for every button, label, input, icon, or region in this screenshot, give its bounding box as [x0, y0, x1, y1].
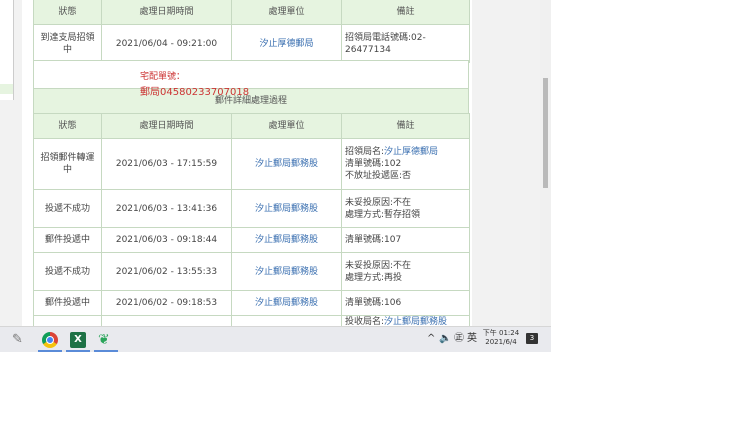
unit-link[interactable]: 汐止郵局郵務股: [231, 189, 342, 228]
clock-time: 下午 01:24: [482, 329, 520, 337]
taskbar: ✎ X ❦ ^ 🔈 ㊣ 英 下午 01:24 2021/6/4 3: [0, 326, 551, 352]
note-office-link[interactable]: 汐止郵局郵務股: [384, 317, 447, 326]
clock-date: 2021/6/4: [485, 338, 517, 346]
cell-note: 招領局名:汐止厚德郵局 清單號碼:102 不放址投遞區:否: [341, 138, 470, 190]
chrome-icon[interactable]: [42, 332, 58, 348]
unit-link[interactable]: 汐止郵局郵務股: [231, 227, 342, 253]
left-panel-edge: [0, 0, 14, 100]
cell-note: 招領局電話號碼:02-26477134: [341, 24, 470, 63]
clock[interactable]: 下午 01:24 2021/6/4: [481, 329, 521, 347]
header-note: 備註: [341, 0, 470, 25]
cell-status: 到達支局招領中: [33, 24, 102, 63]
table-row: 投收局名:汐止郵局郵務股: [33, 315, 470, 326]
section-title: 郵件詳細處理過程: [34, 88, 468, 113]
cell-note: 清單號碼:107: [341, 227, 470, 253]
tracking-page: 狀態 處理日期時間 處理單位 備註 到達支局招領中 2021/06/04 - 0…: [22, 0, 472, 326]
header-unit: 處理單位: [231, 113, 342, 139]
cell-note: 清單號碼:106: [341, 290, 470, 316]
cell-status: 招領郵件轉運中: [33, 138, 102, 190]
note-line: 不放址投遞區:否: [345, 171, 412, 181]
pen-icon[interactable]: ✎: [12, 332, 28, 348]
tray-chevron-icon[interactable]: ^: [427, 331, 435, 347]
header-status: 狀態: [33, 113, 102, 139]
unit-link[interactable]: 汐止郵局郵務股: [231, 290, 342, 316]
note-prefix: 招領局名:: [345, 147, 385, 157]
table-row: 到達支局招領中 2021/06/04 - 09:21:00 汐止厚德郵局 招領局…: [33, 24, 470, 63]
note-line: 處理方式:暫存招領: [345, 209, 421, 220]
unit-link[interactable]: 汐止郵局郵務股: [231, 138, 342, 190]
cell-note: 投收局名:汐止郵局郵務股: [341, 315, 470, 326]
line-app-icon[interactable]: ❦: [98, 332, 114, 348]
note-line: 清單號碼:107: [345, 235, 402, 245]
excel-icon[interactable]: X: [70, 332, 86, 348]
table-header-row: 狀態 處理日期時間 處理單位 備註: [33, 0, 470, 25]
note-office-link[interactable]: 汐止厚德郵局: [384, 147, 438, 157]
chrome-active-indicator: [38, 350, 62, 352]
note-line: 清單號碼:102: [345, 159, 402, 169]
header-note: 備註: [341, 113, 470, 139]
unit-link[interactable]: 汐止郵局郵務股: [231, 252, 342, 291]
cell-note: 未妥投原因:不在 處理方式:暫存招領: [341, 189, 470, 228]
cell-datetime: 2021/06/03 - 09:18:44: [101, 227, 232, 253]
cell-note: 未妥投原因:不在 處理方式:再投: [341, 252, 470, 291]
note-line: 未妥投原因:不在: [345, 197, 412, 208]
unit-link[interactable]: 汐止厚德郵局: [231, 24, 342, 63]
header-datetime: 處理日期時間: [101, 0, 232, 25]
detail-table: 狀態 處理日期時間 處理單位 備註 招領郵件轉運中 2021/06/03 - 1…: [33, 113, 470, 326]
cell-status: 投遞不成功: [33, 252, 102, 291]
cell-status: 郵件投遞中: [33, 227, 102, 253]
cell-datetime: 2021/06/04 - 09:21:00: [101, 24, 232, 63]
cell-datetime: 2021/06/03 - 13:41:36: [101, 189, 232, 228]
delivery-number-value: 郵局04580233707018: [140, 87, 250, 98]
excel-active-indicator: [66, 350, 90, 352]
table-row: 郵件投遞中 2021/06/03 - 09:18:44 汐止郵局郵務股 清單號碼…: [33, 227, 470, 253]
cell-datetime: 2021/06/02 - 13:55:33: [101, 252, 232, 291]
note-line: 未妥投原因:不在: [345, 260, 412, 271]
cell-status: [33, 315, 102, 326]
unit-link[interactable]: [231, 315, 342, 326]
notification-icon[interactable]: 3: [526, 333, 538, 344]
table-row: 郵件投遞中 2021/06/02 - 09:18:53 汐止郵局郵務股 清單號碼…: [33, 290, 470, 316]
ime-icon[interactable]: ㊣: [454, 331, 464, 347]
table-row: 投遞不成功 2021/06/02 - 13:55:33 汐止郵局郵務股 未妥投原…: [33, 252, 470, 291]
table-row: 招領郵件轉運中 2021/06/03 - 17:15:59 汐止郵局郵務股 招領…: [33, 138, 470, 190]
header-status: 狀態: [33, 0, 102, 25]
cell-datetime: 2021/06/03 - 17:15:59: [101, 138, 232, 190]
delivery-number-label: 宅配單號：: [140, 72, 186, 82]
cell-datetime: [101, 315, 232, 326]
note-line: 處理方式:再投: [345, 272, 403, 283]
header-unit: 處理單位: [231, 0, 342, 25]
vertical-scrollbar[interactable]: [540, 0, 551, 326]
table-header-row: 狀態 處理日期時間 處理單位 備註: [33, 113, 470, 139]
note-line: 清單號碼:106: [345, 298, 402, 308]
cell-datetime: 2021/06/02 - 09:18:53: [101, 290, 232, 316]
header-datetime: 處理日期時間: [101, 113, 232, 139]
browser-viewport: 狀態 處理日期時間 處理單位 備註 到達支局招領中 2021/06/04 - 0…: [0, 0, 551, 352]
scrollbar-thumb[interactable]: [543, 78, 548, 188]
status-table-top: 狀態 處理日期時間 處理單位 備註 到達支局招領中 2021/06/04 - 0…: [33, 0, 470, 63]
language-indicator[interactable]: 英: [467, 331, 477, 347]
note-prefix: 投收局名:: [345, 317, 385, 326]
app-active-indicator: [94, 350, 118, 352]
delivery-number-section: 宅配單號： 郵件詳細處理過程 郵局04580233707018: [33, 60, 469, 114]
cell-status: 投遞不成功: [33, 189, 102, 228]
cell-status: 郵件投遞中: [33, 290, 102, 316]
table-row: 投遞不成功 2021/06/03 - 13:41:36 汐止郵局郵務股 未妥投原…: [33, 189, 470, 228]
volume-icon[interactable]: 🔈: [439, 331, 451, 347]
